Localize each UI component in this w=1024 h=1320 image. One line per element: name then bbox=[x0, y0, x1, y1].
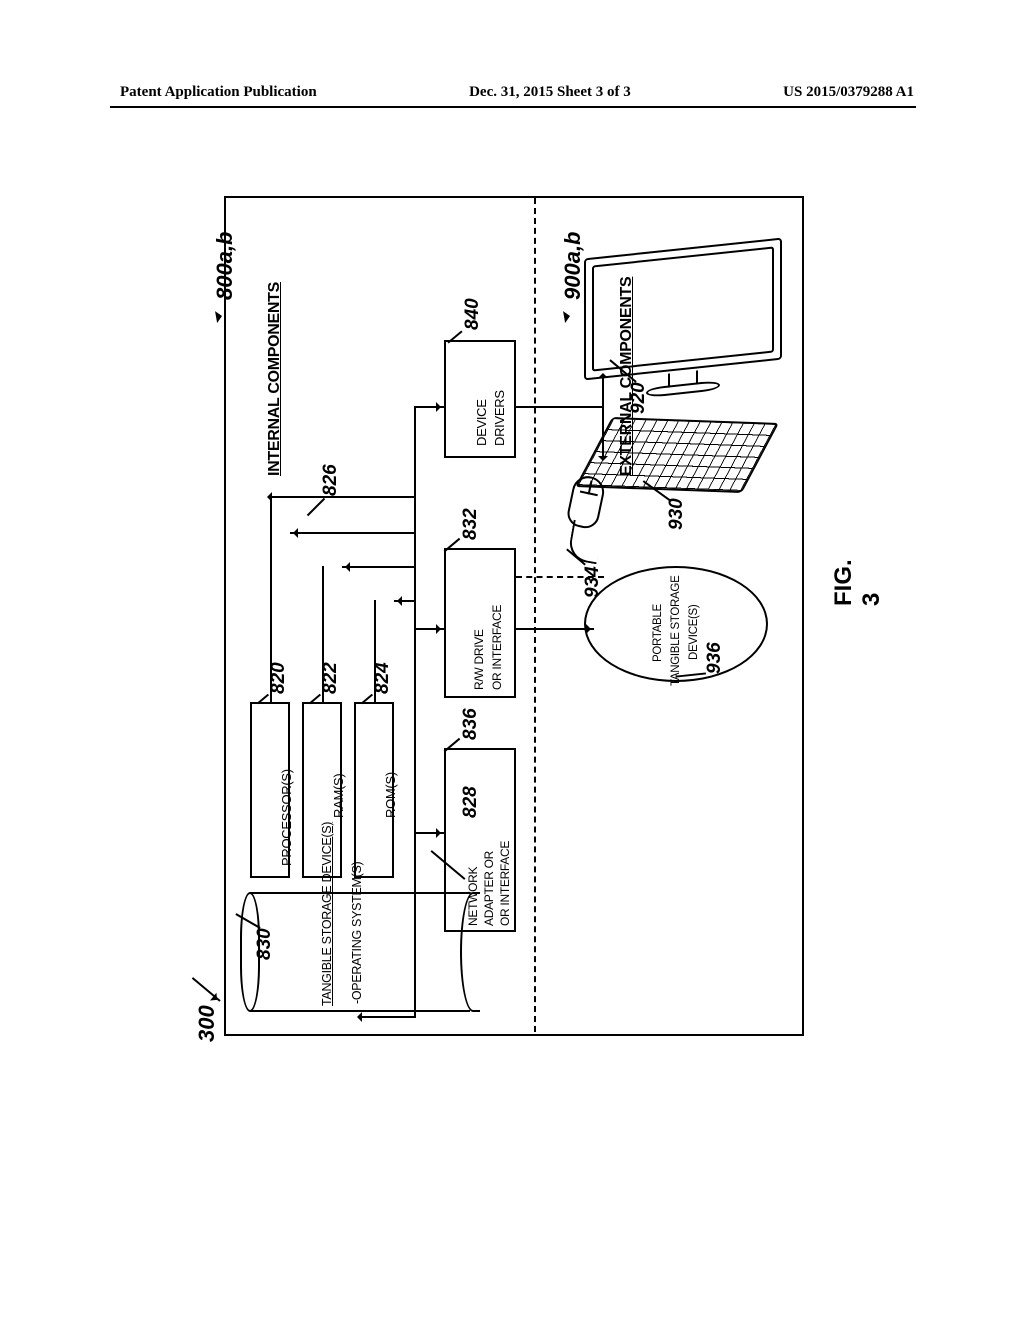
ref-300: 300 bbox=[194, 1005, 220, 1042]
processor-label: PROCESSOR(S) bbox=[279, 769, 294, 866]
net-adapter-l3: OR INTERFACE bbox=[498, 841, 512, 926]
figure-3: 300 800a,b 900a,b INTERNAL COMPONENTS EX… bbox=[186, 196, 854, 1174]
device-drivers-l1: DEVICE bbox=[474, 399, 489, 446]
ref-800ab: 800a,b bbox=[212, 232, 238, 301]
ref-300-arrow bbox=[192, 977, 221, 1002]
header-right: US 2015/0379288 A1 bbox=[783, 84, 914, 101]
rom-label: ROM(S) bbox=[383, 772, 398, 818]
bus-top-branch bbox=[270, 496, 416, 498]
net-adapter-l2: ADAPTER OR bbox=[482, 851, 496, 926]
bus-branch-proc bbox=[290, 532, 416, 534]
bus-vert-top bbox=[414, 406, 416, 498]
rw-to-portable-line bbox=[516, 628, 594, 630]
ref-920: 920 bbox=[628, 382, 650, 414]
figure-caption: FIG. 3 bbox=[830, 559, 886, 606]
bus-to-net-adapter bbox=[414, 832, 444, 834]
bus-v3 bbox=[374, 600, 376, 702]
ref-936: 936 bbox=[704, 642, 726, 674]
header-rule bbox=[110, 106, 916, 108]
ref-826: 826 bbox=[320, 464, 342, 496]
bus-to-storage bbox=[360, 1016, 416, 1018]
ref-900-arrow bbox=[563, 309, 577, 323]
portable-l2: TANGIBLE STORAGE bbox=[670, 576, 682, 686]
line-to-monitor bbox=[602, 376, 604, 408]
ref-840: 840 bbox=[462, 298, 484, 330]
ram-label: RAM(S) bbox=[331, 774, 346, 818]
ref-930: 930 bbox=[666, 498, 688, 530]
bus-to-device-drivers bbox=[414, 406, 444, 408]
tangible-storage-label: TANGIBLE STORAGE DEVICE(S) bbox=[320, 822, 334, 1006]
ref-832: 832 bbox=[460, 508, 482, 540]
ref-900ab: 900a,b bbox=[560, 232, 586, 301]
internal-components-heading: INTERNAL COMPONENTS bbox=[266, 282, 284, 476]
device-drivers-l2: DRIVERS bbox=[492, 390, 507, 446]
bus-branch-rom bbox=[394, 600, 416, 602]
bus-branch-ram bbox=[342, 566, 416, 568]
dd-to-external-line bbox=[516, 406, 604, 408]
header-center: Dec. 31, 2015 Sheet 3 of 3 bbox=[469, 84, 631, 101]
internal-external-divider bbox=[534, 198, 536, 1032]
monitor-icon bbox=[584, 238, 782, 409]
ref-800-arrow bbox=[215, 309, 229, 323]
ref-836: 836 bbox=[460, 708, 482, 740]
header-left: Patent Application Publication bbox=[120, 84, 317, 101]
rw-drive-l1: R/W DRIVE bbox=[472, 629, 486, 690]
rw-drive-l2: OR INTERFACE bbox=[490, 605, 504, 690]
portable-l1: PORTABLE bbox=[652, 604, 664, 662]
operating-system-label: OPERATING SYSTEM(S) bbox=[350, 862, 364, 1004]
bus-v1 bbox=[270, 496, 272, 702]
bus-to-rw-drive bbox=[414, 628, 444, 630]
ref-830: 830 bbox=[254, 928, 276, 960]
page-header: Patent Application Publication Dec. 31, … bbox=[0, 84, 1024, 101]
bus-v2 bbox=[322, 566, 324, 702]
net-adapter-l1: NETWORK bbox=[466, 867, 480, 926]
portable-l3: DEVICE(S) bbox=[688, 605, 700, 660]
